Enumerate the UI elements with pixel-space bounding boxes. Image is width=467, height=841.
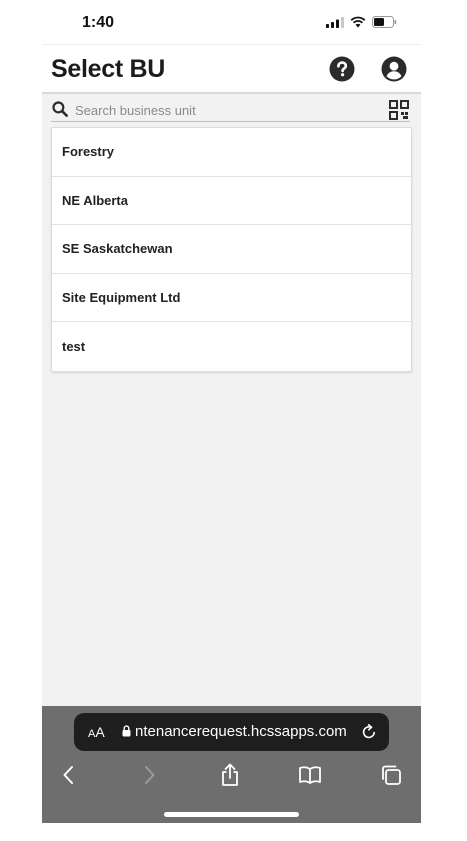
qr-code-icon — [389, 100, 409, 120]
text-size-button[interactable]: AA — [88, 724, 105, 740]
share-button[interactable] — [217, 762, 243, 788]
business-unit-list: Forestry NE Alberta SE Saskatchewan Site… — [51, 127, 412, 372]
list-item-forestry[interactable]: Forestry — [52, 128, 411, 177]
forward-button[interactable] — [137, 762, 163, 788]
account-icon — [381, 56, 407, 82]
bookmarks-button[interactable] — [297, 762, 323, 788]
back-button[interactable] — [55, 762, 81, 788]
app-header: Select BU — [42, 44, 421, 94]
text-size-large-a: A — [95, 724, 105, 740]
scan-qr-button[interactable] — [389, 100, 409, 120]
share-icon — [222, 763, 238, 786]
wifi-icon — [350, 16, 366, 28]
account-button[interactable] — [381, 56, 407, 82]
status-bar: 1:40 — [42, 0, 421, 44]
signal-icon — [326, 16, 344, 28]
forward-icon — [145, 766, 155, 784]
list-item-se-saskatchewan[interactable]: SE Saskatchewan — [52, 225, 411, 274]
search-icon — [52, 101, 68, 117]
tabs-button[interactable] — [378, 762, 404, 788]
lock-icon — [122, 725, 131, 737]
home-indicator — [164, 812, 299, 817]
search-input[interactable] — [75, 101, 375, 119]
reload-icon — [362, 724, 375, 739]
back-icon — [63, 766, 73, 784]
content-area: Forestry NE Alberta SE Saskatchewan Site… — [42, 94, 421, 706]
reload-button[interactable] — [360, 723, 378, 741]
url-text: ntenancerequest.hcssapps.com — [135, 723, 347, 740]
page-title: Select BU — [51, 55, 166, 83]
tabs-icon — [382, 765, 401, 785]
list-item-ne-alberta[interactable]: NE Alberta — [52, 177, 411, 226]
help-icon — [329, 56, 355, 82]
list-item-site-equipment-ltd[interactable]: Site Equipment Ltd — [52, 274, 411, 323]
browser-toolbar: AA ntenancerequest.hcssapps.com — [42, 706, 421, 823]
bookmarks-icon — [299, 766, 321, 784]
status-icons — [326, 16, 397, 28]
address-bar[interactable]: AA ntenancerequest.hcssapps.com — [74, 713, 389, 751]
help-button[interactable] — [329, 56, 355, 82]
battery-icon — [372, 16, 397, 28]
list-item-test[interactable]: test — [52, 322, 411, 371]
browser-nav-row — [42, 762, 421, 792]
status-time: 1:40 — [82, 14, 115, 31]
phone-screen: 1:40 Select BU Search business unit Fore… — [42, 0, 421, 823]
search-bar — [51, 98, 410, 122]
